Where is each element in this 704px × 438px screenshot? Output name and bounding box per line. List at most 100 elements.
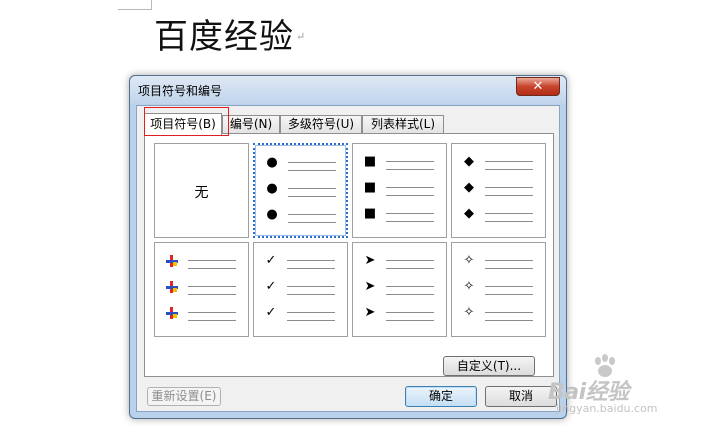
bullet-option-none[interactable]: 无 — [154, 143, 249, 238]
bullet-preview-row: ■ — [353, 206, 446, 222]
preview-text-line — [386, 312, 434, 313]
preview-text-line — [288, 214, 336, 215]
bullet-preview-row: ➤ — [353, 305, 446, 321]
preview-text-line — [485, 221, 533, 222]
preview-text-line — [188, 260, 236, 261]
preview-text-line — [485, 286, 533, 287]
dialog-client-area: 项目符号(B) 编号(N) 多级符号(U) 列表样式(L) 无 ● ● ● ■ ■ ■ … — [136, 105, 560, 412]
preview-text-line — [485, 260, 533, 261]
tab-multilevel[interactable]: 多级符号(U) — [280, 115, 362, 134]
preview-text-line — [485, 312, 533, 313]
preview-text-line — [287, 294, 335, 295]
preview-text-line — [287, 260, 335, 261]
preview-text-line — [386, 320, 434, 321]
bullet-option-filled-square[interactable]: ■ ■ ■ — [352, 143, 447, 238]
four-point-star-icon: ✧ — [463, 253, 475, 268]
bullet-preview-row: ✓ — [254, 253, 347, 269]
bullet-option-colored-cross[interactable] — [154, 242, 249, 337]
filled-square-icon: ■ — [363, 180, 377, 195]
reset-button[interactable]: 重新设置(E) — [147, 387, 221, 406]
preview-text-line — [485, 195, 533, 196]
four-point-star-icon: ✧ — [463, 279, 475, 294]
preview-text-line — [288, 170, 336, 171]
filled-diamond-icon: ◆ — [464, 154, 474, 169]
preview-text-line — [288, 222, 336, 223]
bullet-option-checkmark[interactable]: ✓ ✓ ✓ — [253, 242, 348, 337]
preview-text-line — [188, 286, 236, 287]
preview-text-line — [188, 320, 236, 321]
preview-text-line — [485, 320, 533, 321]
filled-diamond-icon: ◆ — [464, 180, 474, 195]
preview-text-line — [188, 294, 236, 295]
preview-text-line — [188, 268, 236, 269]
colored-cross-icon — [165, 307, 179, 319]
preview-text-line — [485, 169, 533, 170]
bullet-preview-row: ➤ — [353, 280, 446, 295]
bullet-option-filled-circle[interactable]: ● ● ● — [253, 143, 348, 238]
bullet-preview-row — [155, 307, 248, 321]
preview-text-line — [287, 268, 335, 269]
bullet-preview-row: ◆ — [452, 206, 545, 222]
tab-label: 编号(N) — [229, 117, 273, 131]
colored-cross-icon — [165, 281, 179, 293]
colored-cross-icon — [165, 255, 179, 267]
filled-square-icon: ■ — [363, 206, 377, 221]
preview-text-line — [386, 268, 434, 269]
preview-text-line — [288, 162, 336, 163]
filled-diamond-icon: ◆ — [464, 206, 474, 221]
bullet-preview-row: ■ — [353, 180, 446, 196]
preview-text-line — [485, 161, 533, 162]
checkmark-icon: ✓ — [265, 279, 277, 294]
bullet-preview-row: ■ — [353, 155, 446, 170]
customize-button[interactable]: 自定义(T)... — [443, 356, 535, 376]
tab-label: 列表样式(L) — [370, 117, 436, 131]
preview-text-line — [386, 169, 434, 170]
bullet-preview-row — [155, 281, 248, 295]
checkmark-icon: ✓ — [265, 253, 277, 268]
tab-list-styles[interactable]: 列表样式(L) — [362, 115, 444, 134]
filled-circle-icon: ● — [266, 207, 278, 222]
page-corner-mark — [118, 0, 152, 10]
document-title-text: 百度经验 — [154, 17, 294, 57]
arrowhead-icon: ➤ — [364, 253, 376, 268]
ok-button[interactable]: 确定 — [405, 386, 477, 407]
preview-text-line — [288, 196, 336, 197]
watermark-url: jingyan.baidu.com — [556, 402, 658, 415]
cancel-button[interactable]: 取消 — [485, 386, 557, 407]
filled-circle-icon: ● — [266, 181, 278, 196]
bullet-preview-row: ● — [255, 207, 346, 223]
annotation-highlight-box — [144, 107, 229, 136]
filled-circle-icon: ● — [266, 155, 278, 170]
preview-text-line — [287, 286, 335, 287]
preview-text-line — [386, 221, 434, 222]
preview-text-line — [386, 260, 434, 261]
preview-text-line — [287, 320, 335, 321]
bullet-option-four-point-star[interactable]: ✧ ✧ ✧ — [451, 242, 546, 337]
paragraph-mark: ↵ — [296, 30, 307, 43]
close-button[interactable]: ✕ — [516, 77, 560, 96]
preview-text-line — [386, 213, 434, 214]
bullet-preview-row: ● — [255, 155, 346, 171]
bullet-gallery-panel: 无 ● ● ● ■ ■ ■ ◆ ◆ ◆ ✓ ✓ ✓ ➤ ➤ ➤ ✧ ✧ ✧ — [144, 133, 554, 377]
bullet-preview-row: ✧ — [452, 306, 545, 321]
bullet-option-filled-diamond[interactable]: ◆ ◆ ◆ — [451, 143, 546, 238]
preview-text-line — [386, 294, 434, 295]
preview-text-line — [386, 187, 434, 188]
bullet-preview-row: ✓ — [254, 279, 347, 295]
preview-text-line — [386, 195, 434, 196]
none-label: 无 — [194, 185, 209, 201]
preview-text-line — [485, 268, 533, 269]
checkmark-icon: ✓ — [265, 305, 277, 320]
tab-numbering[interactable]: 编号(N) — [222, 115, 280, 134]
preview-text-line — [485, 213, 533, 214]
bullet-preview-row: ◆ — [452, 154, 545, 170]
dialog-titlebar[interactable]: 项目符号和编号 ✕ — [130, 76, 566, 104]
preview-text-line — [386, 286, 434, 287]
bullet-preview-row: ◆ — [452, 180, 545, 196]
preview-text-line — [386, 161, 434, 162]
bullet-preview-row: ✓ — [254, 305, 347, 321]
arrowhead-icon: ➤ — [364, 305, 376, 320]
bullets-numbering-dialog: 项目符号和编号 ✕ 项目符号(B) 编号(N) 多级符号(U) 列表样式(L) … — [129, 75, 567, 419]
bullet-preview-row: ✧ — [452, 279, 545, 295]
bullet-option-arrowhead[interactable]: ➤ ➤ ➤ — [352, 242, 447, 337]
